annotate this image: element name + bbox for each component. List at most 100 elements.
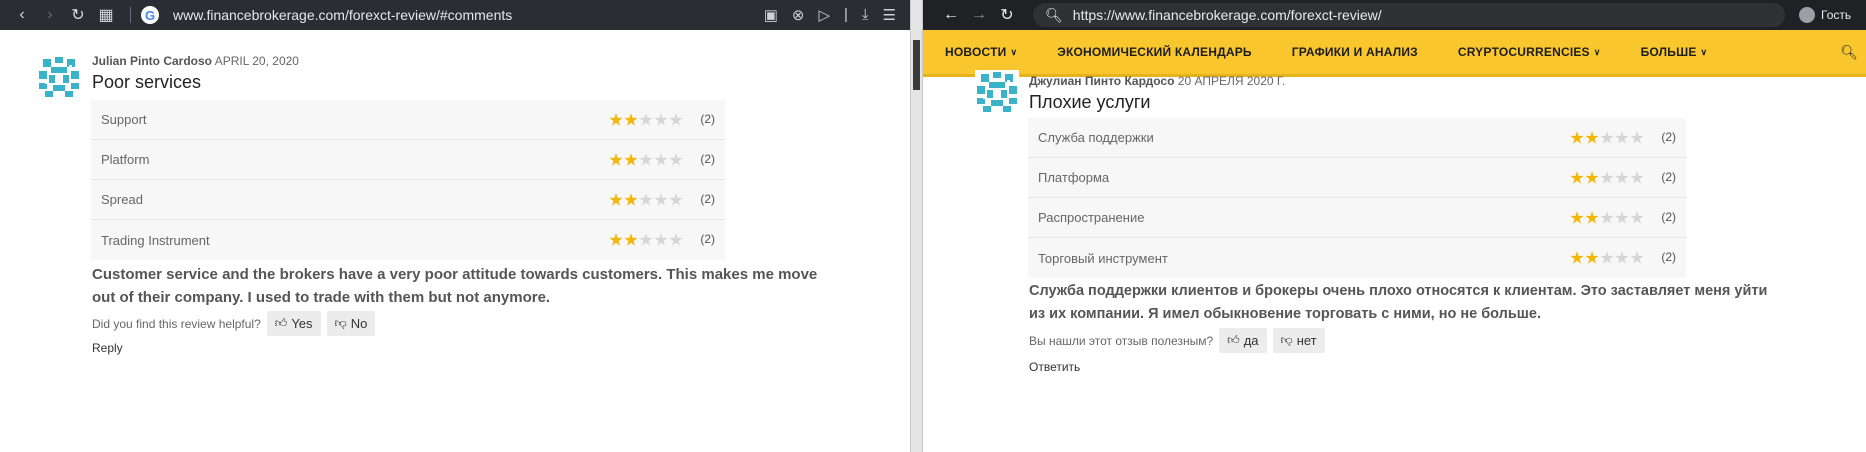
star-icon (669, 153, 683, 166)
review-date: 20 АПРЕЛЯ 2020 Г. (1177, 74, 1286, 88)
star-icon (1570, 211, 1584, 224)
star-icon (1630, 211, 1644, 224)
review-card: Julian Pinto Cardoso APRIL 20, 2020 Poor… (0, 0, 910, 452)
author-name: Джулиан Пинто Кардосо (1029, 74, 1175, 88)
helpful-yes-button[interactable]: 👍︎ Yes (266, 311, 321, 336)
star-icon (624, 153, 638, 166)
star-icon (1585, 131, 1599, 144)
helpful-no-button[interactable]: 👎︎ No (326, 311, 376, 336)
review-meta: Julian Pinto Cardoso APRIL 20, 2020 (92, 54, 299, 68)
rating-label: Платформа (1038, 170, 1110, 185)
review-body-line: Служба поддержки клиентов и брокеры очен… (1029, 283, 1768, 299)
star-icon (1570, 171, 1584, 184)
star-icon (624, 113, 638, 126)
avatar-icon (37, 55, 81, 99)
review-body: Customer service and the brokers have a … (92, 263, 892, 309)
rating-label: Торговый инструмент (1038, 250, 1168, 266)
star-icon (654, 193, 668, 206)
window-splitter[interactable] (910, 0, 923, 452)
review-ru-card-main: Джулиан Пинто Кардосо 20 АПРЕЛЯ 2020 Г. … (923, 0, 1866, 452)
star-icon (1630, 251, 1644, 264)
rating-row: Trading Instrument (2) (91, 220, 725, 260)
rating-count: (2) (700, 192, 715, 206)
yes-label: Yes (291, 316, 313, 331)
star-icon (1630, 131, 1644, 144)
review-body-line: out of their company. I used to trade wi… (92, 289, 551, 306)
star-icon (1630, 171, 1644, 184)
helpful-prompt: Вы нашли этот отзыв полезным? 👍︎ да 👎︎ нет (1029, 328, 1325, 353)
scrollbar-thumb[interactable] (913, 40, 920, 90)
yes-label: да (1243, 333, 1259, 348)
thumbs-down-icon: 👎︎ (334, 316, 347, 330)
star-icon (1600, 211, 1614, 224)
rating-row: Platform (2) (91, 140, 725, 180)
star-icon (654, 113, 668, 126)
helpful-no-button[interactable]: 👎︎ нет (1272, 328, 1325, 353)
rating-count: (2) (1661, 210, 1676, 224)
rating-row: Торговый инструмент (2) (1028, 238, 1686, 278)
star-icon (639, 153, 653, 166)
star-icon (624, 193, 638, 206)
star-icon (609, 193, 623, 206)
star-icon (1570, 251, 1584, 264)
left-browser-window: ‹ › ↻ ▦ G www.financebrokerage.com/forex… (0, 0, 910, 452)
star-icon (1585, 171, 1599, 184)
star-icon (609, 113, 623, 126)
review-title: Плохие услуги (1029, 92, 1151, 112)
helpful-question: Did you find this review helpful? (92, 316, 261, 331)
helpful-question: Вы нашли этот отзыв полезным? (1029, 333, 1214, 348)
star-icon (669, 233, 683, 246)
star-icon (1615, 211, 1629, 224)
no-label: No (350, 316, 368, 331)
avatar-icon (975, 70, 1019, 114)
review-date: APRIL 20, 2020 (214, 54, 299, 68)
rating-row: Служба поддержки (2) (1028, 118, 1686, 158)
rating-stars (1570, 131, 1644, 145)
star-icon (1615, 131, 1629, 144)
rating-stars (609, 113, 683, 127)
review-meta: Джулиан Пинто Кардосо 20 АПРЕЛЯ 2020 Г. (1029, 74, 1285, 88)
rating-row: Распространение (2) (1028, 198, 1686, 238)
star-icon (1600, 131, 1614, 144)
rating-stars (609, 193, 683, 207)
no-label: нет (1296, 333, 1317, 348)
star-icon (639, 233, 653, 246)
star-icon (1585, 251, 1599, 264)
star-icon (609, 153, 623, 166)
star-icon (1600, 251, 1614, 264)
rating-count: (2) (700, 232, 715, 246)
star-icon (1570, 131, 1584, 144)
reply-link[interactable]: Reply (92, 341, 123, 355)
thumbs-up-icon: 👍︎ (1227, 333, 1240, 347)
rating-count: (2) (1661, 130, 1676, 144)
rating-row: Платформа (2) (1028, 158, 1686, 198)
rating-count: (2) (700, 152, 715, 166)
star-icon (609, 233, 623, 246)
author-name: Julian Pinto Cardoso (92, 54, 213, 68)
reply-link[interactable]: Ответить (1029, 360, 1080, 374)
star-icon (669, 113, 683, 126)
rating-label: Служба поддержки (1038, 130, 1154, 145)
review-body: Служба поддержки клиентов и брокеры очен… (1029, 280, 1829, 326)
rating-stars (609, 233, 683, 247)
star-icon (624, 233, 638, 246)
rating-label: Spread (101, 192, 143, 207)
rating-stars (1570, 211, 1644, 225)
star-icon (1585, 211, 1599, 224)
star-icon (654, 233, 668, 246)
review-title: Poor services (92, 72, 202, 92)
ratings-table: Служба поддержки (2) Платформа (2) Распр… (1028, 118, 1686, 278)
rating-label: Распространение (1038, 210, 1145, 225)
star-icon (669, 193, 683, 206)
rating-count: (2) (1661, 250, 1676, 264)
star-icon (1600, 171, 1614, 184)
star-icon (654, 153, 668, 166)
helpful-yes-button[interactable]: 👍︎ да (1219, 328, 1267, 353)
rating-stars (1570, 171, 1644, 185)
helpful-prompt: Did you find this review helpful? 👍︎ Yes … (92, 311, 376, 336)
screenshot-root: ‹ › ↻ ▦ G www.financebrokerage.com/forex… (0, 0, 1866, 452)
rating-count: (2) (1661, 170, 1676, 184)
rating-label: Support (101, 112, 147, 127)
review-body-line: из их компании. Я имел обыкновение торго… (1029, 306, 1541, 322)
review-body-line: Customer service and the brokers have a … (92, 266, 818, 283)
